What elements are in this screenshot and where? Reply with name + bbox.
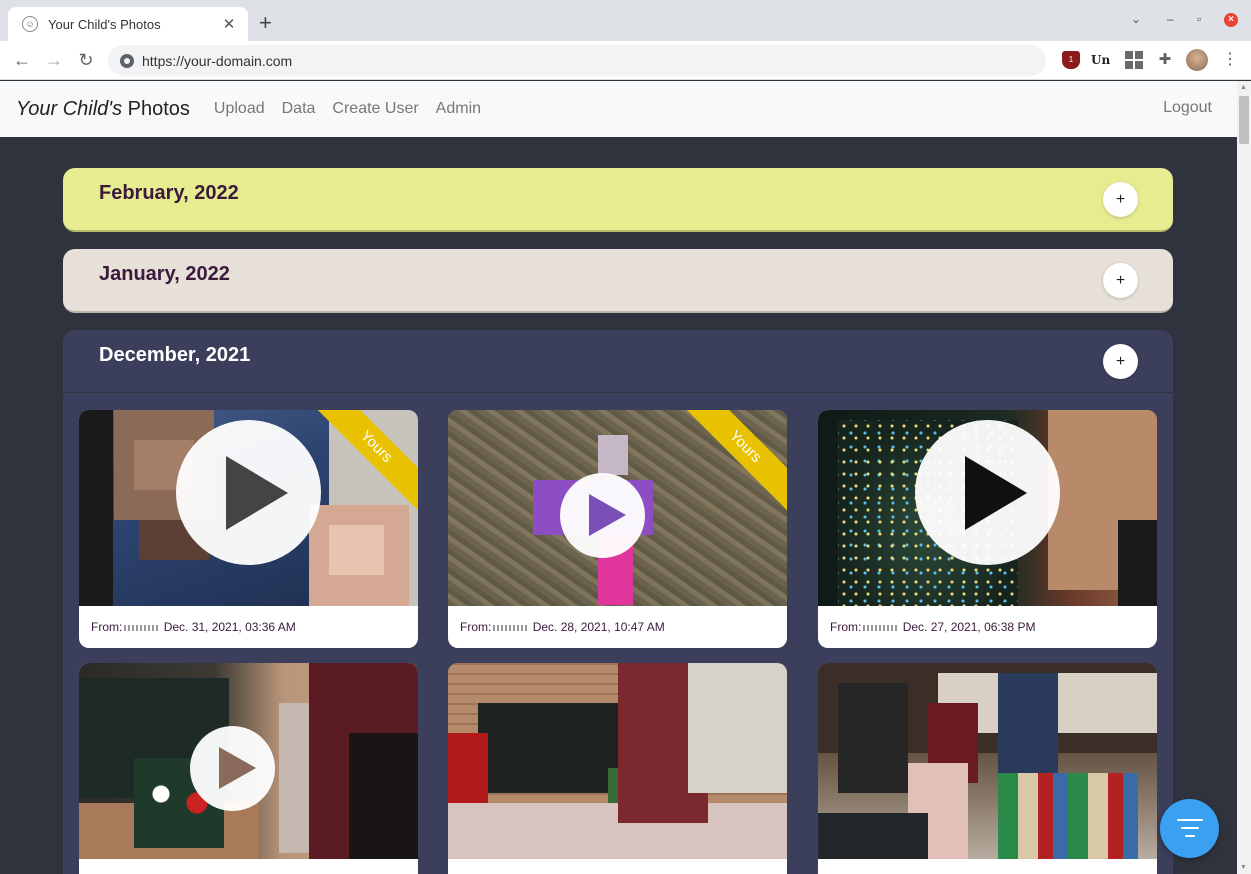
profile-avatar[interactable] xyxy=(1186,49,1208,71)
app-navbar: Your Child's Photos Upload Data Create U… xyxy=(0,81,1237,137)
scroll-down-icon[interactable]: ▼ xyxy=(1240,864,1247,871)
play-icon[interactable] xyxy=(915,420,1060,565)
ublock-extension-icon[interactable]: 1 xyxy=(1062,51,1080,69)
extensions-puzzle-icon[interactable]: ✚ xyxy=(1156,51,1174,69)
expand-button[interactable]: + xyxy=(1103,182,1138,217)
ublock-badge: 1 xyxy=(1068,55,1074,64)
window-close-icon[interactable]: × xyxy=(1224,13,1238,27)
photo-card[interactable] xyxy=(818,663,1157,874)
brand-logo[interactable]: Your Child's Photos xyxy=(16,98,190,121)
site-info-icon[interactable] xyxy=(120,53,134,68)
browser-toolbar: ← → ↻ https://your-domain.com 1 Un ✚ xyxy=(0,41,1251,80)
address-bar[interactable]: https://your-domain.com xyxy=(108,45,1046,76)
page-scrollbar[interactable]: ▲ ▼ xyxy=(1237,81,1251,874)
filter-button[interactable] xyxy=(1160,799,1219,858)
month-title: January, 2022 xyxy=(99,263,230,285)
photo-card[interactable]: From: Dec. 27, 2021, 06:38 PM xyxy=(818,410,1157,648)
nav-create-user[interactable]: Create User xyxy=(332,100,418,118)
filter-icon xyxy=(1176,819,1203,821)
browser-menu-icon[interactable]: ⋮ xyxy=(1222,49,1238,71)
video-thumbnail[interactable] xyxy=(818,663,1157,859)
photo-card[interactable] xyxy=(448,663,787,874)
tab-title: Your Child's Photos xyxy=(48,16,161,32)
video-thumbnail[interactable] xyxy=(818,410,1157,606)
redacted-name xyxy=(863,624,898,631)
expand-button[interactable]: + xyxy=(1103,263,1138,298)
un-extension-icon[interactable]: Un xyxy=(1091,51,1110,69)
photo-card[interactable]: Yours From: Dec. 31, 2021, 03:36 AM xyxy=(79,410,418,648)
divider xyxy=(63,392,1173,393)
tab-favicon-icon: ☺ xyxy=(22,16,38,32)
play-icon[interactable] xyxy=(176,420,321,565)
nav-data[interactable]: Data xyxy=(282,100,316,118)
video-thumbnail[interactable]: Yours xyxy=(79,410,418,606)
scroll-thumb[interactable] xyxy=(1239,96,1249,144)
browser-tabstrip: ☺ Your Child's Photos ✕ + ⌄ – ▫ × xyxy=(0,0,1251,41)
video-thumbnail[interactable]: Yours xyxy=(448,410,787,606)
month-card-february-2022[interactable]: February, 2022 + xyxy=(63,168,1173,232)
tab-close-icon[interactable]: ✕ xyxy=(220,15,238,33)
new-tab-button[interactable]: + xyxy=(259,12,272,34)
url-text: https://your-domain.com xyxy=(142,52,293,69)
minimize-icon[interactable]: – xyxy=(1167,12,1174,26)
month-title: December, 2021 xyxy=(99,344,251,366)
photo-caption: From: Dec. 28, 2021, 10:47 AM xyxy=(460,620,665,634)
nav-upload[interactable]: Upload xyxy=(214,100,265,118)
expand-button[interactable]: + xyxy=(1103,344,1138,379)
scroll-up-icon[interactable]: ▲ xyxy=(1240,84,1247,91)
brand-italic: Your Child's xyxy=(16,97,123,120)
photo-card[interactable]: Yours From: Dec. 28, 2021, 10:47 AM xyxy=(448,410,787,648)
redacted-name xyxy=(124,624,159,631)
video-thumbnail[interactable] xyxy=(79,663,418,859)
back-icon[interactable]: ← xyxy=(11,49,33,71)
browser-tab[interactable]: ☺ Your Child's Photos ✕ xyxy=(8,7,248,41)
brand-rest: Photos xyxy=(122,97,190,120)
month-title: February, 2022 xyxy=(99,182,239,204)
grid-extension-icon[interactable] xyxy=(1125,51,1143,69)
month-card-december-2021: December, 2021 + Yours From: Dec. 31, 20… xyxy=(63,330,1173,874)
play-icon[interactable] xyxy=(560,473,645,558)
photo-card[interactable] xyxy=(79,663,418,874)
reload-icon[interactable]: ↻ xyxy=(75,49,97,71)
maximize-icon[interactable]: ▫ xyxy=(1197,12,1201,26)
nav-logout[interactable]: Logout xyxy=(1163,99,1212,117)
photo-caption: From: Dec. 27, 2021, 06:38 PM xyxy=(830,620,1036,634)
month-card-january-2022[interactable]: January, 2022 + xyxy=(63,249,1173,313)
photo-caption: From: Dec. 31, 2021, 03:36 AM xyxy=(91,620,296,634)
forward-icon[interactable]: → xyxy=(43,49,65,71)
tab-search-icon[interactable]: ⌄ xyxy=(1131,12,1141,26)
nav-admin[interactable]: Admin xyxy=(436,100,481,118)
video-thumbnail[interactable] xyxy=(448,663,787,859)
redacted-name xyxy=(493,624,528,631)
play-icon[interactable] xyxy=(190,726,275,811)
